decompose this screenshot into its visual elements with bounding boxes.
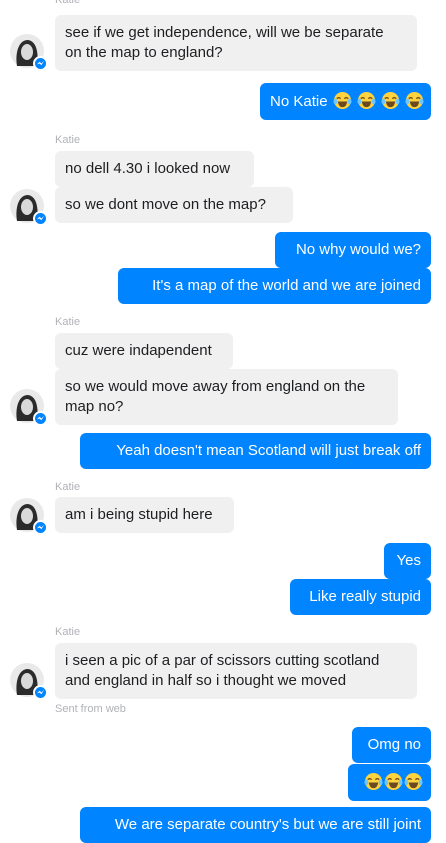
laughing-emoji-group xyxy=(332,91,425,110)
messenger-badge-icon xyxy=(33,211,48,226)
outgoing-message[interactable]: Omg no xyxy=(352,727,431,763)
sender-name: Katie xyxy=(55,481,81,493)
avatar[interactable] xyxy=(10,498,48,535)
message-line: on the map to england? xyxy=(65,44,223,61)
message-line: and england in half so i thought we move… xyxy=(65,672,347,689)
messenger-badge-icon xyxy=(33,56,48,71)
outgoing-message[interactable]: We are separate country's but we are sti… xyxy=(80,807,431,843)
message-text: cuz were indapendent xyxy=(65,342,212,359)
message-text: so we dont move on the map? xyxy=(65,196,266,213)
sent-from-label: Sent from web xyxy=(55,703,126,715)
message-text: It's a map of the world and we are joine… xyxy=(152,277,421,294)
message-text: Yes xyxy=(396,552,421,569)
incoming-message[interactable]: i seen a pic of a par of scissors cuttin… xyxy=(55,643,417,699)
message-text: Like really stupid xyxy=(309,588,421,605)
message-text: am i being stupid here xyxy=(65,506,213,523)
incoming-message[interactable]: so we would move away from england on th… xyxy=(55,369,398,425)
message-text: Yeah doesn't mean Scotland will just bre… xyxy=(116,442,421,459)
message-line: i seen a pic of a par of scissors cuttin… xyxy=(65,652,380,669)
avatar[interactable] xyxy=(10,189,48,226)
outgoing-emoji-message[interactable] xyxy=(348,764,431,801)
tears-of-joy-emoji-icon xyxy=(404,772,423,791)
incoming-message[interactable]: no dell 4.30 i looked now xyxy=(55,151,254,187)
outgoing-message[interactable]: Like really stupid xyxy=(290,579,431,615)
outgoing-message[interactable]: Yes xyxy=(384,543,431,579)
sender-name: Katie xyxy=(55,626,81,638)
incoming-message[interactable]: am i being stupid here xyxy=(55,497,234,533)
tears-of-joy-emoji-icon xyxy=(357,91,376,110)
sender-name-cutoff: Katie xyxy=(55,0,81,6)
message-text: We are separate country's but we are sti… xyxy=(114,816,421,833)
avatar[interactable] xyxy=(10,389,48,426)
incoming-message[interactable]: cuz were indapendent xyxy=(55,333,233,369)
outgoing-message[interactable]: No Katie xyxy=(260,83,431,120)
message-line: map no? xyxy=(65,398,124,415)
sender-name: Katie xyxy=(55,316,81,328)
tears-of-joy-emoji-icon xyxy=(384,772,403,791)
message-text: No Katie xyxy=(270,93,328,110)
message-text: no dell 4.30 i looked now xyxy=(65,160,231,177)
message-text: No why would we? xyxy=(295,241,421,258)
outgoing-message[interactable]: No why would we? xyxy=(275,232,431,268)
sender-name: Katie xyxy=(55,134,81,146)
outgoing-message[interactable]: Yeah doesn't mean Scotland will just bre… xyxy=(80,433,431,469)
tears-of-joy-emoji-icon xyxy=(381,91,400,110)
outgoing-message[interactable]: It's a map of the world and we are joine… xyxy=(118,268,431,304)
tears-of-joy-emoji-icon xyxy=(333,91,352,110)
incoming-message[interactable]: so we dont move on the map? xyxy=(55,187,293,223)
message-line: so we would move away from england on th… xyxy=(65,378,366,395)
tears-of-joy-emoji-icon xyxy=(405,91,424,110)
message-text: Omg no xyxy=(367,736,421,753)
incoming-message[interactable]: see if we get independence, will we be s… xyxy=(55,15,417,71)
avatar[interactable] xyxy=(10,34,48,71)
tears-of-joy-emoji-icon xyxy=(364,772,383,791)
messenger-badge-icon xyxy=(33,685,48,700)
avatar[interactable] xyxy=(10,663,48,700)
messenger-badge-icon xyxy=(33,411,48,426)
message-line: see if we get independence, will we be s… xyxy=(65,24,384,41)
messenger-badge-icon xyxy=(33,520,48,535)
